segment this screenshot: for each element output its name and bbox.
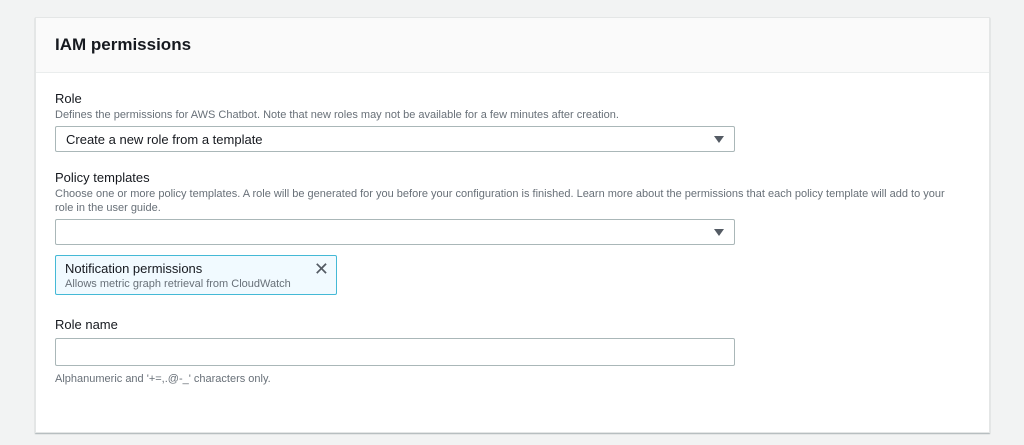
token-subtitle: Allows metric graph retrieval from Cloud…	[65, 278, 291, 290]
role-name-input[interactable]	[55, 338, 735, 366]
policy-token: Notification permissions Allows metric g…	[55, 255, 337, 295]
policy-templates-label: Policy templates	[55, 170, 150, 185]
role-name-hint: Alphanumeric and '+=,.@-_' characters on…	[55, 373, 271, 385]
role-name-label: Role name	[55, 317, 118, 332]
close-icon[interactable]: ✕	[314, 259, 329, 280]
policy-templates-select[interactable]	[55, 219, 735, 245]
role-description: Defines the permissions for AWS Chatbot.…	[55, 109, 619, 121]
role-label: Role	[55, 91, 82, 106]
caret-down-icon	[714, 228, 724, 236]
token-title: Notification permissions	[65, 261, 203, 276]
iam-permissions-panel: IAM permissions Role Defines the permiss…	[35, 17, 990, 433]
panel-title: IAM permissions	[55, 35, 192, 54]
caret-down-icon	[714, 135, 724, 143]
policy-templates-description: Choose one or more policy templates. A r…	[55, 188, 945, 214]
role-select-value: Create a new role from a template	[66, 131, 263, 147]
role-select[interactable]: Create a new role from a template	[55, 126, 735, 152]
panel-header: IAM permissions	[36, 18, 989, 73]
